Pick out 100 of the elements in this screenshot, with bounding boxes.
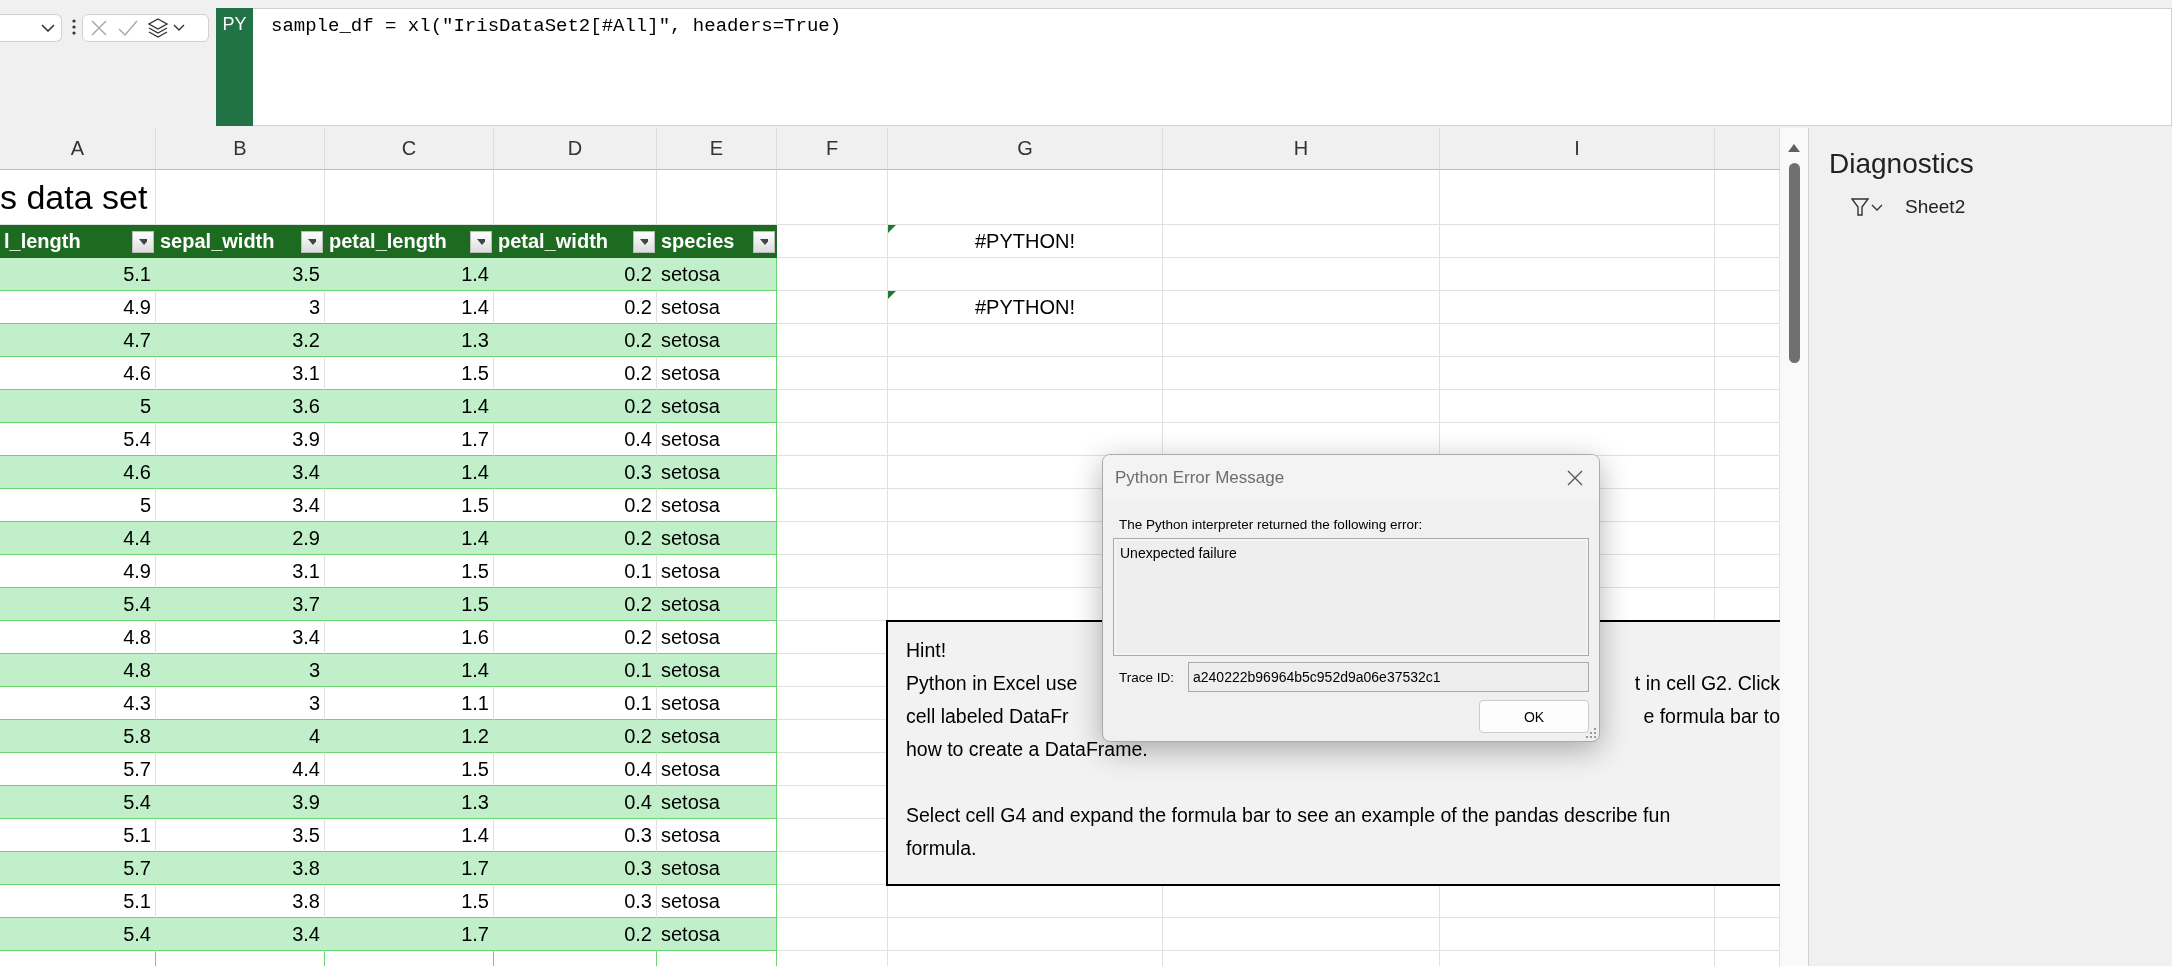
error-indicator-icon [888,225,896,233]
column-header[interactable]: B [156,128,325,170]
table-cell: 1.4 [325,522,494,555]
table-cell: 1.7 [325,852,494,885]
table-cell: setosa [657,258,777,291]
table-cell: 1.3 [325,786,494,819]
caret-icon [477,238,485,245]
cell-value: #PYTHON! [975,295,1075,319]
filter-dropdown-button[interactable] [301,230,323,253]
panel-title: Diagnostics [1829,148,1974,180]
table-cell: setosa [657,324,777,357]
hint-text: how to create a DataFrame. [906,738,1148,761]
table-cell: 5.1 [0,258,156,291]
table-cell: 3.4 [156,456,325,489]
table-cell: 5.4 [0,918,156,951]
table-cell: 0.3 [494,852,657,885]
hint-text: e formula bar to [1643,705,1780,728]
resize-grip-icon[interactable] [1586,728,1596,738]
table-cell: 0.2 [494,390,657,423]
dialog-message: The Python interpreter returned the following error: [1119,517,1424,532]
column-header[interactable]: F [777,128,888,170]
table-cell: setosa [657,588,777,621]
column-header[interactable]: I [1440,128,1715,170]
table-cell: 0.2 [494,324,657,357]
scrollbar-thumb[interactable] [1789,163,1800,363]
column-header[interactable]: A [0,128,156,170]
filter-dropdown-button[interactable] [633,230,655,253]
column-header[interactable]: H [1163,128,1440,170]
table-cell: 2.9 [156,522,325,555]
table-cell: setosa [657,390,777,423]
trace-id-label: Trace ID: [1119,669,1174,685]
table-cell: 0.4 [494,786,657,819]
table-cell: 1.7 [325,918,494,951]
error-indicator-icon [888,291,896,299]
caret-icon [640,238,648,245]
table-header: sepal_width [160,230,275,253]
error-text-area[interactable]: Unexpected failure [1113,538,1589,656]
caret-icon [308,238,316,245]
table-cell: 1.2 [325,720,494,753]
trace-id-field[interactable]: a240222b96964b5c952d9a06e37532c1 [1188,662,1589,692]
check-icon[interactable] [117,18,139,38]
table-cell: 1.4 [325,390,494,423]
table-cell: setosa [657,522,777,555]
table-cell: setosa [657,456,777,489]
column-header[interactable]: C [325,128,494,170]
table-cell: 1.4 [325,654,494,687]
table-header: petal_length [329,230,447,253]
caret-icon [760,238,768,245]
table-cell: 4 [156,720,325,753]
table-cell: 5.8 [0,720,156,753]
hint-text: Hint! [906,639,947,662]
scroll-up-icon[interactable] [1788,144,1800,152]
table-cell: 3.8 [156,852,325,885]
hint-text: Python in Excel use [906,672,1078,695]
table-cell: 4.7 [0,324,156,357]
close-button[interactable] [1565,468,1585,488]
column-header[interactable]: D [494,128,657,170]
table-cell: 5.7 [0,852,156,885]
filter-button[interactable] [1851,197,1885,217]
sheet-name: Sheet2 [1905,196,1966,218]
table-header: petal_width [498,230,608,253]
sheet-title: s data set [0,178,148,217]
hint-text: Select cell G4 and expand the formula bar to see an example of the pandas describe fun [906,804,1671,827]
table-header: l_length [4,230,81,253]
table-cell: 4.6 [0,456,156,489]
column-header[interactable]: G [888,128,1163,170]
layers-icon[interactable] [147,17,187,39]
table-cell: 1.3 [325,324,494,357]
table-cell: 1.4 [325,456,494,489]
python-badge: PY [216,8,253,126]
filter-dropdown-button[interactable] [470,230,492,253]
more-icon[interactable] [72,18,76,36]
table-cell: 5.4 [0,786,156,819]
hint-text: cell labeled DataFr [906,705,1069,728]
table-cell: 3.5 [156,258,325,291]
caret-icon [139,238,147,245]
formula-bar[interactable]: sample_df = xl("IrisDataSet2[#All]", headers=True) [253,8,2172,126]
table-cell: 5 [0,390,156,423]
cell-value: #PYTHON! [975,229,1075,253]
table-cell: 0.2 [494,720,657,753]
table-cell: setosa [657,918,777,951]
table-cell: 3 [156,654,325,687]
table-cell: 0.2 [494,918,657,951]
filter-dropdown-button[interactable] [132,230,154,253]
hint-text: t in cell G2. Click [1634,672,1780,695]
hint-text: formula. [906,837,977,860]
table-cell: 3.4 [156,918,325,951]
dialog-title: Python Error Message [1115,468,1285,488]
table-cell: 3.2 [156,324,325,357]
table-header: species [661,230,735,253]
table-cell: setosa [657,654,777,687]
table-cell: 1.5 [325,588,494,621]
filter-dropdown-button[interactable] [753,230,775,253]
ok-button[interactable]: OK [1479,700,1589,733]
table-cell: 0.3 [494,456,657,489]
table-cell: 0.2 [494,522,657,555]
table-cell: 1.4 [325,258,494,291]
table-cell: 4.8 [0,654,156,687]
table-cell: 3.9 [156,786,325,819]
column-header[interactable]: E [657,128,777,170]
